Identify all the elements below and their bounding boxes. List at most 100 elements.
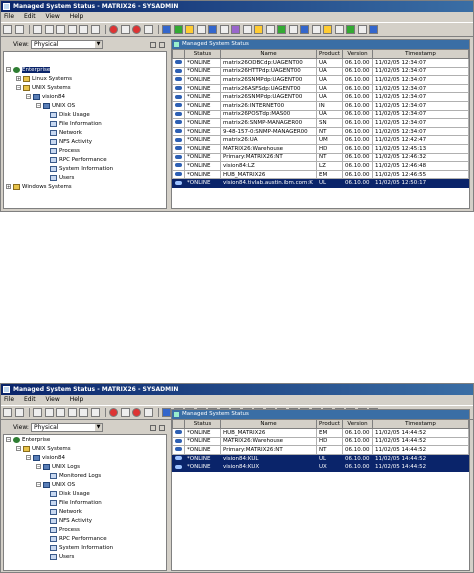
topology-icon[interactable] xyxy=(300,25,309,34)
tree-unix-systems[interactable]: − UNIX Systems xyxy=(16,445,71,453)
tree-unix-os[interactable]: − UNIX OS xyxy=(36,102,75,110)
table-row[interactable]: *ONLINE matrix26POSTdp:MAS00 UA 06.10.00 11/… xyxy=(172,109,469,120)
header-timestamp[interactable]: Timestamp xyxy=(372,49,469,59)
header-version[interactable]: Version xyxy=(342,49,373,59)
tree-node-disk-usage[interactable]: Disk Usage xyxy=(50,490,90,498)
tree-node-network[interactable]: Network xyxy=(50,129,82,137)
tree-node-process[interactable]: Process xyxy=(50,147,80,155)
chevron-down-icon[interactable]: ▼ xyxy=(95,41,102,48)
collapse-icon[interactable]: − xyxy=(6,437,11,442)
tree-linux-systems[interactable]: + Linux Systems xyxy=(16,75,72,83)
header-product[interactable]: Product xyxy=(316,419,343,429)
expand-icon[interactable]: + xyxy=(6,184,11,189)
table-row[interactable]: *ONLINE matrix26:SNMP-MANAGER00 SN 06.10.00… xyxy=(172,118,469,128)
table-row[interactable]: *ONLINE Primary:MATRIX26:NT NT 06.10.00 11/0… xyxy=(172,152,469,163)
table-row[interactable]: *ONLINE matrix26:UA UM 06.10.00 11/02/05 12:… xyxy=(172,135,469,145)
workspace-icon[interactable] xyxy=(67,25,77,34)
back-icon[interactable] xyxy=(3,408,12,417)
collapse-icon[interactable]: − xyxy=(16,446,21,451)
gauge-icon[interactable] xyxy=(185,25,194,34)
table-row[interactable]: *ONLINE matrix26:INTERNET00 IN 06.10.00 11/0… xyxy=(172,100,469,111)
forward-icon[interactable] xyxy=(14,408,24,417)
tree-node-disk-usage[interactable]: Disk Usage xyxy=(50,111,90,119)
menu-edit[interactable]: Edit xyxy=(24,396,36,403)
header-status[interactable]: Status xyxy=(184,419,221,429)
table-row[interactable]: *ONLINE MATRIX26:Warehouse HD 06.10.00 11/02… xyxy=(172,143,469,154)
expand-icon[interactable]: + xyxy=(16,76,21,81)
new-window-icon[interactable] xyxy=(33,25,42,34)
view-select[interactable]: Physical ▼ xyxy=(31,423,103,432)
table-row[interactable]: *ONLINE matrix26SNMPdp:UAGENT00 UA 06.10.00… xyxy=(172,92,469,102)
workspace-icon[interactable] xyxy=(67,408,77,417)
history-icon[interactable] xyxy=(357,25,367,34)
chart-icon[interactable] xyxy=(173,25,183,34)
restore-icon[interactable] xyxy=(150,425,156,431)
table-row[interactable]: *ONLINE vision84:KUL UL 06.10.00 11/02/05 14… xyxy=(172,453,469,464)
table-row[interactable]: *ONLINE vision84:LZ LZ 06.10.00 11/02/05 12:… xyxy=(172,161,469,171)
tree-enterprise[interactable]: − Enterprise xyxy=(6,66,51,74)
record-icon[interactable] xyxy=(132,25,141,34)
browser-icon[interactable] xyxy=(265,25,275,34)
time-icon[interactable] xyxy=(143,408,153,417)
menu-help[interactable]: Help xyxy=(70,13,84,20)
print-icon[interactable] xyxy=(56,25,65,34)
layout-icon[interactable] xyxy=(90,408,100,417)
save-icon[interactable] xyxy=(44,25,54,34)
table-row[interactable]: *ONLINE matrix26HTTPdp:UAGENT00 UA 06.10.00… xyxy=(172,66,469,77)
tree-node-file-information[interactable]: File Information xyxy=(50,499,102,507)
stop-icon[interactable] xyxy=(109,408,118,417)
bar-chart-icon[interactable] xyxy=(196,25,206,34)
record-icon[interactable] xyxy=(132,408,141,417)
plot-icon[interactable] xyxy=(208,25,217,34)
header-timestamp[interactable]: Timestamp xyxy=(372,419,469,429)
new-window-icon[interactable] xyxy=(33,408,42,417)
table-row[interactable]: *ONLINE Primary:MATRIX26:NT NT 06.10.00 11/0… xyxy=(172,445,469,455)
menu-file[interactable]: File xyxy=(4,13,14,20)
notepad-icon[interactable] xyxy=(219,25,229,34)
tree-node-file-information[interactable]: File Information xyxy=(50,120,102,128)
tree-node-users[interactable]: Users xyxy=(50,174,74,182)
refresh-icon[interactable] xyxy=(120,408,130,417)
back-icon[interactable] xyxy=(3,25,12,34)
collapse-icon[interactable]: − xyxy=(36,103,41,108)
table-row[interactable]: *ONLINE vision84.tivlab.austin.ibm.com:K U… xyxy=(172,178,469,188)
edit-icon[interactable] xyxy=(311,25,321,34)
table-row[interactable]: *ONLINE matrix26ODBCdp:UAGENT00 UA 06.10.00… xyxy=(172,58,469,68)
forward-icon[interactable] xyxy=(14,25,24,34)
layout-icon[interactable] xyxy=(90,25,100,34)
tree-windows-systems[interactable]: + Windows Systems xyxy=(6,183,72,191)
situation-editor-icon[interactable] xyxy=(346,25,355,34)
message-log-icon[interactable] xyxy=(254,25,263,34)
tree-unix-systems[interactable]: − UNIX Systems xyxy=(16,84,71,92)
event-console-icon[interactable] xyxy=(231,25,240,34)
refresh-icon[interactable] xyxy=(120,25,130,34)
tree-unix-os[interactable]: − UNIX OS xyxy=(36,481,75,489)
time-icon[interactable] xyxy=(143,25,153,34)
menu-view[interactable]: View xyxy=(46,396,60,403)
tree-node-nfs-activity[interactable]: NFS Activity xyxy=(50,517,92,525)
tree-node-users[interactable]: Users xyxy=(50,553,74,561)
table-icon[interactable] xyxy=(162,408,171,417)
stop-icon[interactable] xyxy=(109,25,118,34)
menu-help[interactable]: Help xyxy=(70,396,84,403)
table-row[interactable]: *ONLINE HUB_MATRIX26 EM 06.10.00 11/02/05 14… xyxy=(172,428,469,438)
properties-icon[interactable] xyxy=(334,25,344,34)
take-action-icon[interactable] xyxy=(288,25,298,34)
tree-node-rpc-performance[interactable]: RPC Performance xyxy=(50,156,107,164)
collapse-icon[interactable]: − xyxy=(16,85,21,90)
table-icon[interactable] xyxy=(162,25,171,34)
header-name[interactable]: Name xyxy=(220,49,317,59)
tree-node-system-information[interactable]: System Information xyxy=(50,165,113,173)
maximize-icon[interactable] xyxy=(159,425,165,431)
table-row[interactable]: *ONLINE HUB_MATRIX26 EM 06.10.00 11/02/05 12… xyxy=(172,169,469,180)
table-row[interactable]: *ONLINE matrix26ASFSdp:UAGENT00 UA 06.10.00… xyxy=(172,83,469,94)
menu-file[interactable]: File xyxy=(4,396,14,403)
restore-icon[interactable] xyxy=(150,42,156,48)
tree-node-monitored-logs[interactable]: Monitored Logs xyxy=(50,472,101,480)
collapse-icon[interactable]: − xyxy=(26,94,31,99)
table-row[interactable]: *ONLINE 9-48-157-0:SNMP-MANAGER00 NT 06.10.… xyxy=(172,126,469,137)
tree-node-network[interactable]: Network xyxy=(50,508,82,516)
table-row[interactable]: *ONLINE vision84:KUX UX 06.10.00 11/02/05 14… xyxy=(172,462,469,472)
menu-edit[interactable]: Edit xyxy=(24,13,36,20)
header-name[interactable]: Name xyxy=(220,419,317,429)
